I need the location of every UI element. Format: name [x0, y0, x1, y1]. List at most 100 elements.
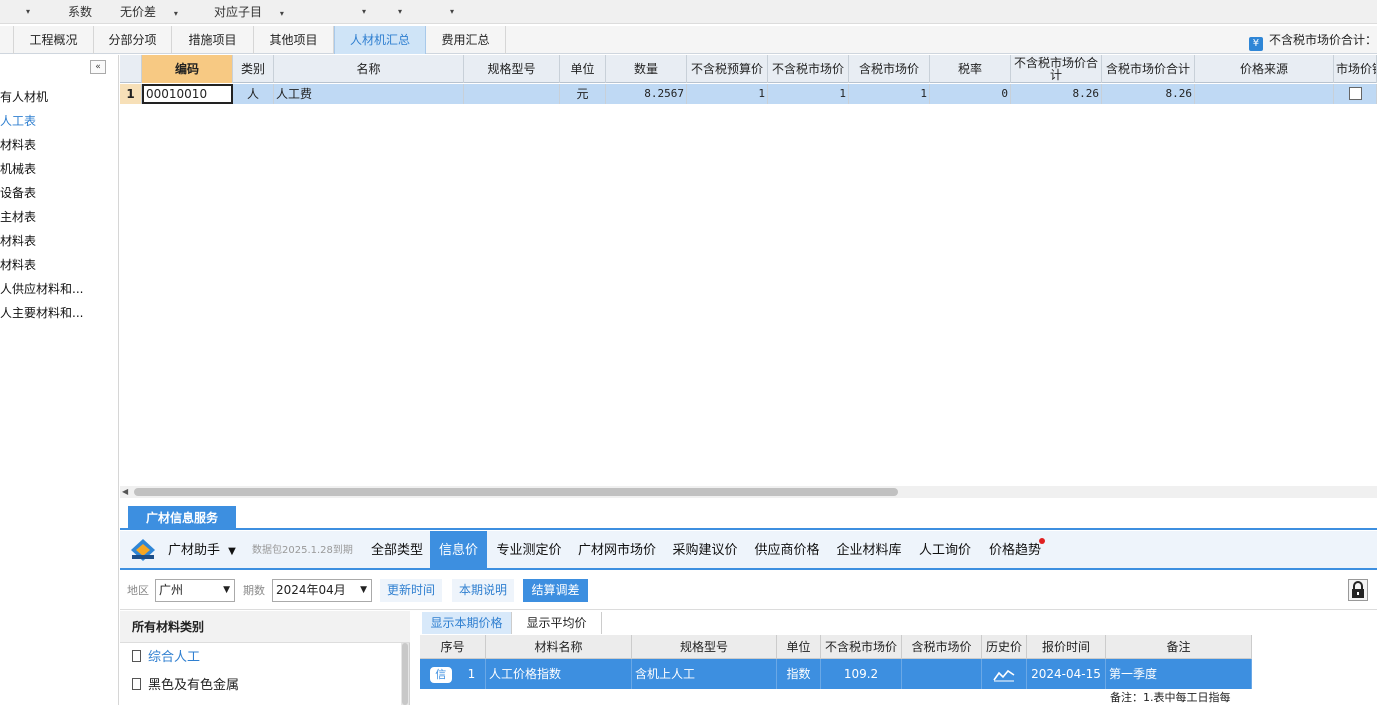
horizontal-scrollbar[interactable]: ◀ — [120, 486, 1377, 498]
qty-cell[interactable]: 8.2567 — [606, 84, 687, 104]
scrollbar-thumb[interactable] — [134, 488, 898, 496]
price-diff-dropdown[interactable]: 无价差 ▾ — [120, 0, 178, 24]
col-spec[interactable]: 规格型号 — [464, 55, 560, 83]
table-row[interactable]: 信 1 人工价格指数 含机上人工 指数 109.2 2024-04-15 第一季… — [420, 659, 1252, 689]
period-select[interactable]: 2024年04月 ▼ — [272, 579, 372, 602]
pre-tax-market-cell[interactable]: 1 — [768, 84, 849, 104]
table-row[interactable]: 1 00010010 人 人工费 元 8.2567 1 1 1 0 8.26 8… — [120, 84, 1377, 104]
col-pre-tax-market: 不含税市场价 — [821, 635, 902, 659]
lock-icon[interactable] — [1348, 579, 1368, 601]
col-remark: 备注 — [1106, 635, 1252, 659]
nav-professional-price[interactable]: 专业测定价 — [490, 531, 568, 570]
price-source-cell[interactable] — [1195, 84, 1334, 104]
assistant-menu[interactable]: 广材助手 ▼ — [168, 531, 236, 570]
history-price-cell — [982, 659, 1027, 689]
service-tabline: 广材信息服务 — [120, 502, 1377, 530]
col-tax-total[interactable]: 含税市场价合计 — [1102, 55, 1195, 83]
tab-spacer — [0, 26, 14, 54]
nav-purchase-advice[interactable]: 采购建议价 — [666, 531, 744, 570]
scrollbar-thumb[interactable] — [402, 643, 408, 705]
vertical-scrollbar[interactable] — [401, 643, 409, 705]
tree-item-employer-main[interactable]: 人主要材料和... — [0, 302, 118, 324]
material-name-cell: 人工价格指数 — [486, 659, 632, 689]
chevron-down-icon[interactable]: ▾ — [362, 0, 366, 24]
col-unit[interactable]: 单位 — [560, 55, 606, 83]
tab-labor-material-summary[interactable]: 人材机汇总 — [334, 26, 426, 54]
tree-item-machinery[interactable]: 机械表 — [0, 158, 118, 180]
category-item-labor[interactable]: 综合人工 — [132, 645, 200, 671]
notification-dot — [1039, 538, 1045, 544]
category-title: 所有材料类别 — [120, 611, 410, 643]
category-item-metals[interactable]: 黑色及有色金属 — [132, 673, 239, 699]
tax-rate-cell[interactable]: 0 — [930, 84, 1011, 104]
col-code[interactable]: 编码 — [142, 55, 233, 83]
col-pre-tax-market[interactable]: 不含税市场价 — [768, 55, 849, 83]
col-tax-market[interactable]: 含税市场价 — [849, 55, 930, 83]
scroll-left-icon[interactable]: ◀ — [122, 486, 128, 498]
chevron-down-icon[interactable]: ▾ — [450, 0, 454, 24]
col-price-source[interactable]: 价格来源 — [1195, 55, 1334, 83]
price-list-panel: 显示本期价格 显示平均价 序号 材料名称 规格型号 单位 不含税市场价 含税市场… — [420, 611, 1377, 705]
sub-item-dropdown[interactable]: 对应子目 ▾ — [214, 0, 284, 24]
tree-item-material[interactable]: 材料表 — [0, 134, 118, 156]
tab-current-price[interactable]: 显示本期价格 — [422, 612, 512, 634]
tree-item-supplied-material[interactable]: 材料表 — [0, 254, 118, 276]
pre-tax-budget-cell[interactable]: 1 — [687, 84, 768, 104]
unit-cell[interactable]: 元 — [560, 84, 606, 104]
lock-price-checkbox[interactable] — [1348, 87, 1362, 100]
trend-chart-icon[interactable] — [993, 668, 1015, 682]
col-tax-rate[interactable]: 税率 — [930, 55, 1011, 83]
seq-cell: 信 1 — [420, 659, 486, 689]
code-cell-editor[interactable]: 00010010 — [142, 84, 233, 104]
nav-market-price[interactable]: 广材网市场价 — [572, 531, 662, 570]
tab-sub-items[interactable]: 分部分项 — [94, 26, 172, 54]
tree-item-labor[interactable]: 人工表 — [0, 110, 118, 132]
price-table-header: 序号 材料名称 规格型号 单位 不含税市场价 含税市场价 历史价 报价时间 备注 — [420, 635, 1252, 659]
tree-item-estimated-material[interactable]: 材料表 — [0, 230, 118, 252]
tree-item-main-material[interactable]: 主材表 — [0, 206, 118, 228]
nav-info-price[interactable]: 信息价 — [430, 531, 487, 570]
tab-fee-summary[interactable]: 费用汇总 — [426, 26, 506, 54]
col-pre-tax-total[interactable]: 不含税市场价合计 — [1011, 55, 1102, 83]
type-cell[interactable]: 人 — [233, 84, 274, 104]
col-qty[interactable]: 数量 — [606, 55, 687, 83]
chevron-down-icon[interactable]: ▾ — [398, 0, 402, 24]
col-lock-price[interactable]: 市场价锁 — [1334, 55, 1377, 83]
tax-market-cell[interactable]: 1 — [849, 84, 930, 104]
chevron-down-icon: ▾ — [279, 9, 284, 18]
col-name[interactable]: 名称 — [274, 55, 464, 83]
document-icon — [132, 650, 141, 662]
row-number: 1 — [120, 84, 142, 104]
tree-item-contractor-supply[interactable]: 人供应材料和... — [0, 278, 118, 300]
col-pre-tax-budget[interactable]: 不含税预算价 — [687, 55, 768, 83]
tab-material-info-service[interactable]: 广材信息服务 — [128, 506, 236, 530]
nav-price-trend[interactable]: 价格趋势 — [982, 531, 1048, 570]
tab-measures[interactable]: 措施项目 — [172, 26, 254, 54]
col-tax-market: 含税市场价 — [902, 635, 982, 659]
tree-item-all[interactable]: 有人材机 — [0, 86, 118, 108]
price-diff-label: 无价差 — [120, 5, 157, 19]
chevron-down-icon[interactable]: ▾ — [26, 0, 30, 24]
period-explain-button[interactable]: 本期说明 — [452, 579, 514, 602]
nav-enterprise-library[interactable]: 企业材料库 — [830, 531, 908, 570]
settlement-adjust-button[interactable]: 结算调差 — [523, 579, 588, 602]
tab-project-overview[interactable]: 工程概况 — [14, 26, 94, 54]
pre-tax-price-cell: 109.2 — [821, 659, 902, 689]
col-type[interactable]: 类别 — [233, 55, 274, 83]
market-total-toggle[interactable]: ¥ 不含税市场价合计： — [1248, 30, 1377, 51]
tab-average-price[interactable]: 显示平均价 — [512, 612, 602, 634]
tree-item-equipment[interactable]: 设备表 — [0, 182, 118, 204]
name-cell[interactable]: 人工费 — [274, 84, 464, 104]
region-select[interactable]: 广州 ▼ — [155, 579, 235, 602]
tab-other-items[interactable]: 其他项目 — [254, 26, 334, 54]
chevron-down-icon: ▼ — [360, 585, 367, 595]
collapse-panel-button[interactable]: « — [90, 60, 106, 74]
update-time-button[interactable]: 更新时间 — [380, 579, 442, 602]
coefficient-button[interactable]: 系数 — [68, 0, 92, 24]
nav-supplier-price[interactable]: 供应商价格 — [748, 531, 826, 570]
package-expiry: 数据包2025.1.28到期 — [252, 545, 353, 556]
nav-labor-inquiry[interactable]: 人工询价 — [912, 531, 978, 570]
grid-header: 编码 类别 名称 规格型号 单位 数量 不含税预算价 不含税市场价 含税市场价 … — [120, 55, 1377, 83]
nav-all-types[interactable]: 全部类型 — [364, 531, 430, 570]
spec-cell[interactable] — [464, 84, 560, 104]
